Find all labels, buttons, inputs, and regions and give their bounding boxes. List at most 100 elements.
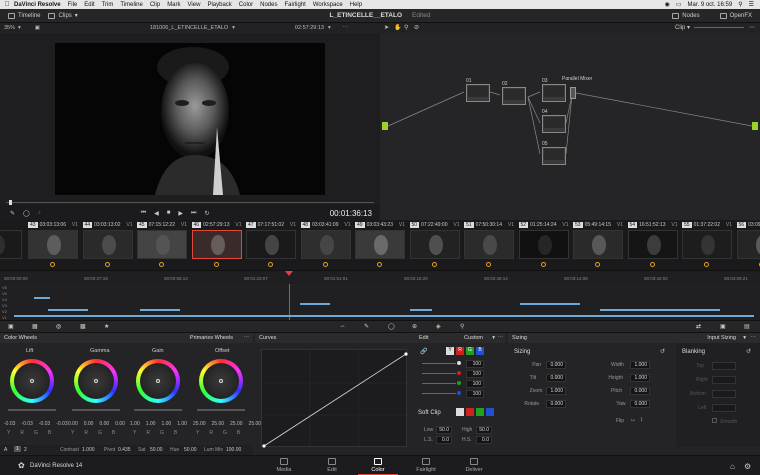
more-icon[interactable]: ⋯ [751, 335, 757, 341]
page-1-button[interactable]: 1 [14, 446, 21, 452]
softclip-g-button[interactable] [476, 408, 484, 416]
wheel-value[interactable]: 0.00 [68, 421, 78, 427]
color-wheel-offset[interactable] [199, 359, 243, 403]
wheel-value[interactable]: 0.00 [84, 421, 94, 427]
menu-nodes[interactable]: Nodes [260, 2, 277, 8]
wheel-value[interactable]: 1.00 [161, 421, 171, 427]
channel-g-button[interactable]: G [466, 347, 474, 355]
timeline-clip-segment[interactable] [140, 309, 180, 311]
mini-timeline-ruler[interactable]: 00:00:00:00 00:00:27:19 00:00:55:13 00:01:2… [0, 270, 760, 284]
sizing-rotate-field[interactable]: 0.000 [546, 400, 566, 408]
scopes-icon[interactable]: ▤ [744, 323, 750, 330]
wheel-value[interactable]: 25.00 [212, 421, 225, 427]
clip-thumbnail[interactable]: 48 03:03:41:09 V1 [300, 220, 353, 267]
node-04[interactable]: 04 [542, 109, 566, 133]
play-reverse-icon[interactable]: ◀ [154, 210, 159, 217]
wheel-center-handle[interactable] [156, 379, 160, 383]
scrub-handle[interactable] [9, 200, 12, 205]
reset-icon[interactable]: ↺ [660, 348, 665, 355]
wheel-value[interactable]: 1.00 [130, 421, 140, 427]
blank-bottom-field[interactable] [712, 390, 736, 398]
pen-tool-icon[interactable]: ✎ [10, 210, 15, 217]
master-wheel-slider[interactable] [197, 409, 245, 411]
camera-raw-icon[interactable]: ▣ [8, 323, 14, 330]
clip-thumbnail[interactable]: 47 07:17:51:02 V1 [246, 220, 298, 267]
key-icon[interactable]: ⚲ [460, 323, 464, 330]
window-icon[interactable]: ◯ [388, 323, 395, 330]
chevron-down-icon[interactable]: ▾ [328, 25, 331, 31]
sizing-width-field[interactable]: 1.000 [630, 361, 650, 369]
timeline-clip-segment[interactable] [600, 309, 720, 311]
chevron-down-icon[interactable]: ▾ [743, 335, 746, 341]
contrast-value[interactable]: 1.000 [82, 447, 95, 453]
menu-edit[interactable]: Edit [84, 2, 94, 8]
wheel-value[interactable]: -0.03 [21, 421, 32, 427]
parallel-mixer-node[interactable] [570, 87, 576, 99]
lummix-value[interactable]: 100.00 [226, 447, 241, 453]
wheel-value[interactable]: -0.03 [56, 421, 67, 427]
curve-intensity-field[interactable]: 100 [466, 380, 484, 388]
clip-thumbnail[interactable]: 51 07:50:30:14 V1 [464, 220, 516, 267]
link-icon[interactable]: 🔗 [420, 348, 427, 355]
wheel-value[interactable]: 1.00 [177, 421, 187, 427]
wheel-value[interactable]: -0.03 [4, 421, 15, 427]
curve-intensity-field[interactable]: 100 [466, 370, 484, 378]
page-fairlight[interactable]: Fairlight [406, 458, 446, 473]
color-match-icon[interactable]: ▦ [32, 323, 38, 330]
menu-fairlight[interactable]: Fairlight [284, 2, 305, 8]
stop-icon[interactable]: ■ [167, 210, 171, 216]
clip-thumbnail[interactable]: 53 05:49:14:15 V1 [573, 220, 625, 267]
high-field[interactable]: 50.0 [476, 426, 492, 434]
clip-thumbnail[interactable]: 33:11 [0, 220, 24, 267]
clip-thumbnail[interactable]: 50 07:22:49:00 V1 [409, 220, 462, 267]
clip-thumbnail[interactable]: 54 16:51:52:13 V1 [627, 220, 680, 267]
skip-back-icon[interactable]: ⏮ [141, 210, 146, 217]
menu-timeline[interactable]: Timeline [120, 2, 142, 8]
clip-thumbnail[interactable]: 43 03:03:13:06 V1 [28, 220, 80, 267]
sizing-yaw-field[interactable]: 0.000 [630, 400, 650, 408]
curve-intensity-slider[interactable] [422, 363, 456, 364]
blank-left-field[interactable] [712, 404, 736, 412]
wheel-center-handle[interactable] [30, 379, 34, 383]
qualifier-icon[interactable]: ✎ [364, 323, 369, 330]
timeline-clip-segment[interactable] [34, 297, 50, 299]
wheel-value[interactable]: 0.00 [99, 421, 109, 427]
menu-mark[interactable]: Mark [167, 2, 180, 8]
menu-clip[interactable]: Clip [150, 2, 160, 8]
blur-icon[interactable]: ◈ [436, 323, 441, 330]
sizing-pan-field[interactable]: 0.000 [546, 361, 566, 369]
rgb-mixer-icon[interactable]: ▩ [80, 323, 86, 330]
curve-intensity-slider[interactable] [422, 383, 456, 384]
timeline-clip-segment[interactable] [300, 303, 330, 305]
clip-thumbnail[interactable]: 55 01:37:22:02 V1 [682, 220, 734, 267]
curves-icon[interactable]: ∽ [340, 323, 345, 330]
color-wheel-lift[interactable] [10, 359, 54, 403]
more-icon[interactable]: ⋯ [343, 25, 349, 31]
clip-thumbnail[interactable]: 46 02:57:29:13 V1 [191, 220, 244, 267]
page-deliver[interactable]: Deliver [454, 458, 494, 473]
chevron-down-icon[interactable]: ▾ [232, 25, 235, 31]
timeline-clip-segment[interactable] [410, 309, 432, 311]
page-color[interactable]: Color [358, 458, 398, 475]
wheel-value[interactable]: 25.00 [193, 421, 206, 427]
menu-workspace[interactable]: Workspace [313, 2, 343, 8]
ls-field[interactable]: 0.0 [436, 436, 452, 444]
viewer-image[interactable] [55, 43, 325, 195]
wheel-value[interactable]: 0.00 [115, 421, 125, 427]
curve-intensity-field[interactable]: 100 [466, 360, 484, 368]
wheels-mode[interactable]: Primaries Wheels [190, 335, 233, 341]
menu-file[interactable]: File [68, 2, 78, 8]
curve-intensity-slider[interactable] [422, 373, 456, 374]
node-01[interactable]: 01 [466, 78, 490, 102]
node-02[interactable]: 02 [502, 81, 526, 105]
master-wheel-slider[interactable] [72, 409, 120, 411]
color-wheel-gamma[interactable] [74, 359, 118, 403]
wheel-value[interactable]: 25.00 [249, 421, 262, 427]
clip-thumbnail[interactable]: 45 07:15:12:22 V1 [137, 220, 189, 267]
more-icon[interactable]: ⋯ [244, 335, 250, 341]
pivot-value[interactable]: 0.435 [118, 447, 131, 453]
battery-icon[interactable]: ▭ [676, 1, 682, 8]
reset-icon[interactable]: ↺ [746, 348, 751, 355]
search-icon[interactable]: ⚲ [738, 1, 742, 8]
gear-icon[interactable]: ⚙ [744, 462, 751, 471]
